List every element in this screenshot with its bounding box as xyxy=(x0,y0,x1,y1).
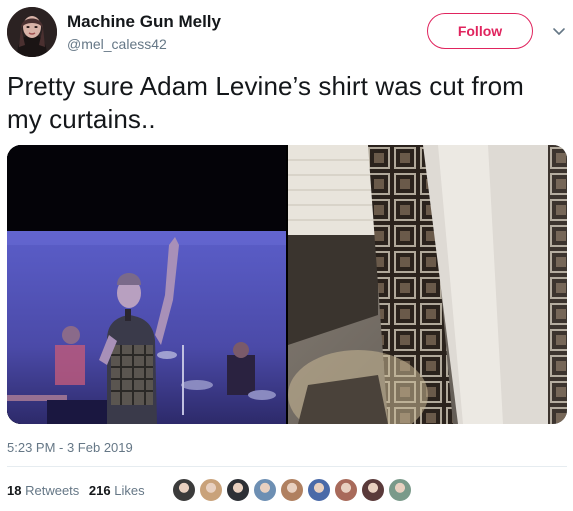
liker-avatar[interactable] xyxy=(199,478,223,502)
media-grid xyxy=(7,145,567,424)
chevron-down-icon[interactable] xyxy=(551,23,567,39)
tweet-text: Pretty sure Adam Levine’s shirt was cut … xyxy=(7,71,524,134)
likes-label: Likes xyxy=(114,483,145,498)
retweets-label: Retweets xyxy=(25,483,80,498)
tweet-stats: 18 Retweets 216 Likes xyxy=(7,483,151,498)
liker-avatar[interactable] xyxy=(334,478,358,502)
display-name[interactable]: Machine Gun Melly xyxy=(67,12,221,32)
liker-avatar[interactable] xyxy=(253,478,277,502)
follow-button[interactable]: Follow xyxy=(427,13,533,49)
tweet-timestamp[interactable]: 5:23 PM - 3 Feb 2019 xyxy=(7,440,133,455)
liker-avatar[interactable] xyxy=(361,478,385,502)
avatar[interactable] xyxy=(7,7,57,57)
user-handle[interactable]: @mel_caless42 xyxy=(67,36,167,52)
concert-photo[interactable] xyxy=(7,145,286,424)
likes-count: 216 xyxy=(88,483,111,498)
liker-avatar[interactable] xyxy=(307,478,331,502)
divider xyxy=(7,466,567,467)
likes-stat[interactable]: 216 Likes xyxy=(89,483,145,498)
tweet-header: Machine Gun Melly @mel_caless42 Follow xyxy=(7,7,567,59)
retweets-count: 18 xyxy=(7,483,22,498)
liker-avatar[interactable] xyxy=(280,478,304,502)
curtains-photo[interactable] xyxy=(288,145,567,424)
liker-avatar[interactable] xyxy=(388,478,412,502)
liker-avatar[interactable] xyxy=(226,478,250,502)
liker-avatar[interactable] xyxy=(172,478,196,502)
retweets-stat[interactable]: 18 Retweets xyxy=(7,483,79,498)
